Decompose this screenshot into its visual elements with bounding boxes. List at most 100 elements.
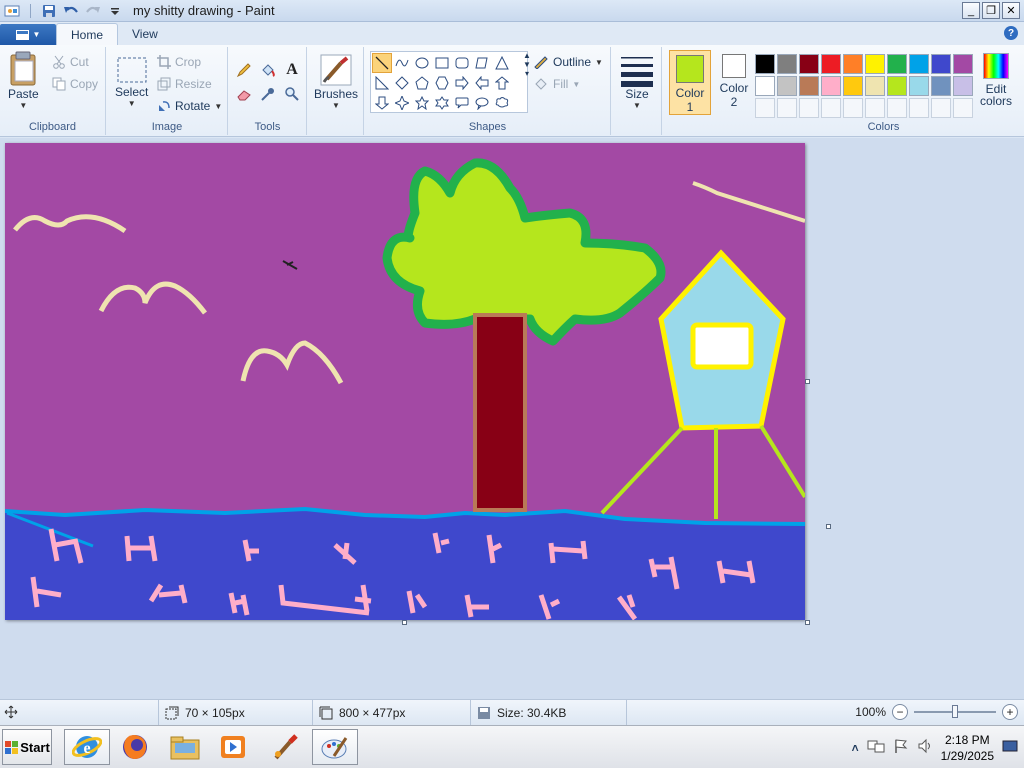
color-swatch[interactable]: [909, 54, 929, 74]
crop-button[interactable]: Crop: [157, 55, 201, 69]
tab-home[interactable]: Home: [56, 23, 119, 45]
right-arrow-shape-icon[interactable]: [452, 73, 472, 93]
down-arrow-shape-icon[interactable]: [372, 93, 392, 113]
resize-button[interactable]: Resize: [157, 77, 212, 91]
network-icon[interactable]: [867, 738, 885, 757]
minimize-button[interactable]: _: [962, 2, 980, 19]
diamond-shape-icon[interactable]: [392, 73, 412, 93]
custom-color-swatch[interactable]: [755, 98, 775, 118]
show-desktop-icon[interactable]: [1002, 739, 1018, 756]
zoom-in-button[interactable]: +: [1002, 704, 1018, 720]
internet-explorer-icon[interactable]: e: [64, 729, 110, 765]
shapes-scroll[interactable]: ▲ ▼ ▾: [523, 51, 531, 78]
color-swatch[interactable]: [953, 54, 973, 74]
color-swatch[interactable]: [843, 76, 863, 96]
paint-taskbar-icon[interactable]: [312, 729, 358, 765]
paint-brush-taskbar-icon[interactable]: [262, 729, 308, 765]
color-swatch[interactable]: [821, 54, 841, 74]
eraser-icon[interactable]: [233, 83, 255, 105]
custom-color-swatch[interactable]: [887, 98, 907, 118]
six-point-star-shape-icon[interactable]: [432, 93, 452, 113]
customize-toolbar-icon[interactable]: [107, 3, 123, 19]
close-button[interactable]: ✕: [1002, 2, 1020, 19]
triangle-shape-icon[interactable]: [492, 53, 512, 73]
zoom-slider[interactable]: [914, 705, 996, 718]
resize-handle-bottom[interactable]: [402, 620, 407, 625]
paint-app-icon[interactable]: [4, 3, 20, 19]
size-button[interactable]: Size ▼: [620, 53, 654, 110]
color1-button[interactable]: Color 1: [669, 50, 711, 115]
custom-color-swatch[interactable]: [843, 98, 863, 118]
pentagon-shape-icon[interactable]: [412, 73, 432, 93]
curve-shape-icon[interactable]: [392, 53, 412, 73]
color-picker-icon[interactable]: [257, 83, 279, 105]
media-player-icon[interactable]: [210, 729, 256, 765]
start-button[interactable]: Start: [2, 729, 52, 765]
cloud-callout-shape-icon[interactable]: [492, 93, 512, 113]
paint-menu-button[interactable]: ▼: [0, 24, 56, 45]
text-tool-icon[interactable]: A: [281, 59, 303, 81]
redo-icon[interactable]: [85, 3, 101, 19]
file-explorer-icon[interactable]: [162, 729, 208, 765]
select-button[interactable]: Select ▼: [115, 55, 148, 108]
custom-color-swatch[interactable]: [931, 98, 951, 118]
rounded-rectangle-shape-icon[interactable]: [452, 53, 472, 73]
color-swatch[interactable]: [931, 76, 951, 96]
color-swatch[interactable]: [755, 54, 775, 74]
color-swatch[interactable]: [799, 76, 819, 96]
right-triangle-shape-icon[interactable]: [372, 73, 392, 93]
hexagon-shape-icon[interactable]: [432, 73, 452, 93]
custom-color-swatch[interactable]: [777, 98, 797, 118]
show-hidden-icons[interactable]: ˄: [852, 741, 859, 755]
pencil-icon[interactable]: [233, 59, 255, 81]
undo-icon[interactable]: [63, 3, 79, 19]
edit-colors-button[interactable]: Edit colors: [976, 53, 1016, 108]
color-swatch[interactable]: [821, 76, 841, 96]
color-swatch[interactable]: [865, 76, 885, 96]
oval-shape-icon[interactable]: [412, 53, 432, 73]
up-arrow-shape-icon[interactable]: [492, 73, 512, 93]
oval-callout-shape-icon[interactable]: [472, 93, 492, 113]
restore-button[interactable]: ❐: [982, 2, 1000, 19]
color-swatch[interactable]: [799, 54, 819, 74]
drawing-canvas[interactable]: [5, 143, 805, 620]
selection-handle[interactable]: [826, 524, 831, 529]
color-swatch[interactable]: [777, 54, 797, 74]
volume-icon[interactable]: [917, 738, 933, 757]
color2-button[interactable]: Color 2: [715, 54, 753, 115]
resize-handle-corner[interactable]: [805, 620, 810, 625]
firefox-icon[interactable]: [112, 729, 158, 765]
color-swatch[interactable]: [865, 54, 885, 74]
help-icon[interactable]: ?: [1004, 26, 1018, 40]
color-swatch[interactable]: [909, 76, 929, 96]
color-swatch[interactable]: [843, 54, 863, 74]
zoom-slider-thumb[interactable]: [952, 705, 958, 718]
custom-color-swatch[interactable]: [865, 98, 885, 118]
color-swatch[interactable]: [755, 76, 775, 96]
cut-button[interactable]: Cut: [52, 55, 89, 69]
color-swatch[interactable]: [887, 54, 907, 74]
brushes-button[interactable]: Brushes ▼: [314, 53, 358, 110]
line-shape-icon[interactable]: [372, 53, 392, 73]
fill-bucket-icon[interactable]: [257, 59, 279, 81]
rotate-button[interactable]: Rotate ▼: [157, 99, 222, 113]
custom-color-swatch[interactable]: [953, 98, 973, 118]
action-center-flag-icon[interactable]: [893, 738, 909, 757]
left-arrow-shape-icon[interactable]: [472, 73, 492, 93]
five-point-star-shape-icon[interactable]: [412, 93, 432, 113]
paste-button[interactable]: Paste ▼: [8, 51, 39, 110]
color-swatch[interactable]: [777, 76, 797, 96]
custom-color-swatch[interactable]: [821, 98, 841, 118]
rounded-callout-shape-icon[interactable]: [452, 93, 472, 113]
color-swatch[interactable]: [887, 76, 907, 96]
copy-button[interactable]: Copy: [52, 77, 98, 91]
save-icon[interactable]: [41, 3, 57, 19]
magnifier-icon[interactable]: [281, 83, 303, 105]
tab-view[interactable]: View: [118, 23, 172, 45]
four-point-star-shape-icon[interactable]: [392, 93, 412, 113]
custom-color-swatch[interactable]: [799, 98, 819, 118]
fill-button[interactable]: Fill ▼: [533, 77, 580, 91]
outline-button[interactable]: Outline ▼: [533, 55, 603, 69]
system-clock[interactable]: 2:18 PM 1/29/2025: [941, 732, 994, 764]
color-swatch[interactable]: [953, 76, 973, 96]
